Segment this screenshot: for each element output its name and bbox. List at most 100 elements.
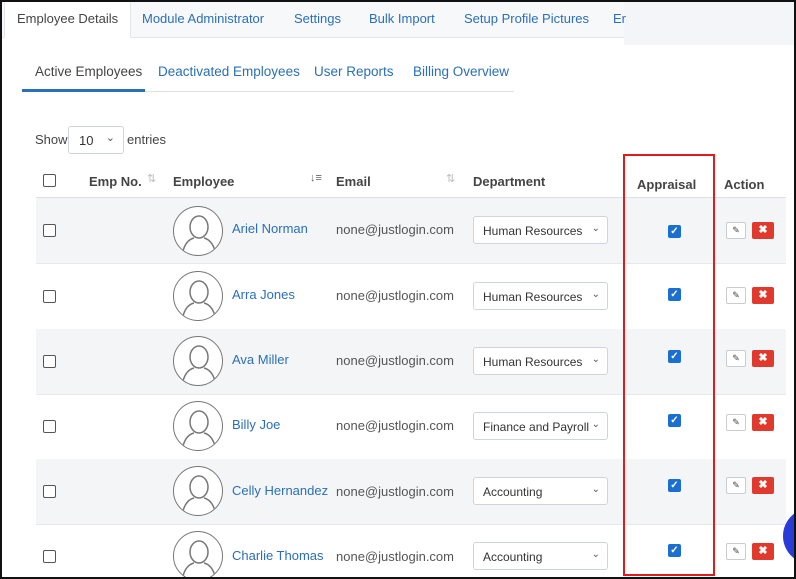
- chevron-down-icon: ⌄: [591, 419, 600, 430]
- edit-button[interactable]: ✎: [726, 222, 746, 239]
- department-select[interactable]: Human Resources ⌄: [473, 216, 608, 244]
- row-checkbox[interactable]: [43, 290, 56, 303]
- employee-email: none@justlogin.com: [336, 288, 454, 303]
- employee-name-link[interactable]: Charlie Thomas: [232, 548, 324, 563]
- user-avatar-icon: [173, 271, 223, 321]
- user-avatar-icon: [173, 401, 223, 451]
- appraisal-checkbox[interactable]: ✓: [668, 414, 681, 427]
- appraisal-checkbox[interactable]: ✓: [668, 479, 681, 492]
- appraisal-checkbox[interactable]: ✓: [668, 544, 681, 557]
- appraisal-checkbox[interactable]: ✓: [668, 288, 681, 301]
- show-label: Show: [35, 132, 68, 147]
- sort-icon[interactable]: ⇅: [147, 172, 156, 185]
- header-fill: [624, 2, 794, 45]
- appraisal-checkbox[interactable]: ✓: [668, 225, 681, 238]
- department-select[interactable]: Accounting ⌄: [473, 477, 608, 505]
- user-avatar-icon: [173, 336, 223, 386]
- user-avatar-icon: [173, 466, 223, 516]
- department-select[interactable]: Human Resources ⌄: [473, 347, 608, 375]
- chevron-down-icon: ⌄: [591, 484, 600, 495]
- delete-button[interactable]: ✖: [752, 287, 774, 304]
- tab-bulk-import[interactable]: Bulk Import: [369, 2, 435, 38]
- row-checkbox[interactable]: [43, 224, 56, 237]
- select-all-checkbox[interactable]: [43, 174, 56, 187]
- user-avatar-icon: [173, 531, 223, 577]
- edit-button[interactable]: ✎: [726, 477, 746, 494]
- subtab-deactivated-employees[interactable]: Deactivated Employees: [158, 64, 300, 79]
- header-action: Action: [724, 177, 765, 192]
- table-row: Charlie Thomas none@justlogin.com Accoun…: [36, 524, 786, 577]
- row-checkbox[interactable]: [43, 550, 56, 563]
- pencil-icon: ✎: [732, 353, 740, 363]
- delete-x-icon: ✖: [758, 224, 768, 236]
- department-select[interactable]: Human Resources ⌄: [473, 282, 608, 310]
- header-appraisal: Appraisal: [637, 177, 697, 192]
- delete-button[interactable]: ✖: [752, 222, 774, 239]
- subtab-billing-overview[interactable]: Billing Overview: [413, 64, 509, 79]
- row-checkbox[interactable]: [43, 355, 56, 368]
- active-tab-indicator: [22, 89, 145, 92]
- employee-name-link[interactable]: Billy Joe: [232, 417, 280, 432]
- header-department[interactable]: Department: [473, 174, 545, 189]
- entries-label: entries: [127, 132, 167, 147]
- employee-name-link[interactable]: Arra Jones: [232, 287, 295, 302]
- delete-x-icon: ✖: [758, 545, 768, 557]
- delete-button[interactable]: ✖: [752, 543, 774, 560]
- row-checkbox[interactable]: [43, 485, 56, 498]
- sort-icon[interactable]: ⇅: [446, 172, 455, 185]
- subtab-user-reports[interactable]: User Reports: [314, 64, 394, 79]
- chevron-down-icon: ⌄: [591, 289, 600, 300]
- edit-button[interactable]: ✎: [726, 543, 746, 560]
- tab-truncated[interactable]: Er: [613, 2, 626, 38]
- table-row: Celly Hernandez none@justlogin.com Accou…: [36, 459, 786, 525]
- app-frame: Employee Details Module Administrator Se…: [0, 0, 796, 579]
- edit-button[interactable]: ✎: [726, 414, 746, 431]
- row-checkbox[interactable]: [43, 420, 56, 433]
- department-value: Accounting: [483, 550, 543, 564]
- table-row: Ava Miller none@justlogin.com Human Reso…: [36, 329, 786, 395]
- sort-desc-icon[interactable]: ↓≡: [310, 172, 322, 184]
- table-header: Emp No. ⇅ Employee ↓≡ Email ⇅ Department…: [36, 162, 786, 198]
- header-email[interactable]: Email: [336, 174, 371, 189]
- subtab-active-employees[interactable]: Active Employees: [35, 64, 142, 79]
- employee-email: none@justlogin.com: [336, 549, 454, 564]
- tab-module-administrator[interactable]: Module Administrator: [142, 2, 264, 38]
- employee-email: none@justlogin.com: [336, 418, 454, 433]
- entries-value: 10: [79, 133, 94, 148]
- tab-settings[interactable]: Settings: [294, 2, 341, 38]
- employee-name-link[interactable]: Celly Hernandez: [232, 483, 328, 498]
- chevron-down-icon: ⌄: [105, 132, 115, 144]
- delete-button[interactable]: ✖: [752, 350, 774, 367]
- sub-tab-bar: Active Employees Deactivated Employees U…: [22, 60, 514, 92]
- department-select[interactable]: Accounting ⌄: [473, 542, 608, 570]
- pencil-icon: ✎: [732, 417, 740, 427]
- pencil-icon: ✎: [732, 480, 740, 490]
- department-value: Accounting: [483, 485, 543, 499]
- header-emp-no[interactable]: Emp No.: [89, 174, 142, 189]
- appraisal-checkbox[interactable]: ✓: [668, 350, 681, 363]
- table-row: Ariel Norman none@justlogin.com Human Re…: [36, 198, 786, 264]
- table-row: Billy Joe none@justlogin.com Finance and…: [36, 394, 786, 460]
- delete-button[interactable]: ✖: [752, 477, 774, 494]
- employee-name-link[interactable]: Ava Miller: [232, 352, 289, 367]
- delete-button[interactable]: ✖: [752, 414, 774, 431]
- delete-x-icon: ✖: [758, 289, 768, 301]
- department-value: Human Resources: [483, 290, 583, 304]
- top-tab-bar: Employee Details Module Administrator Se…: [2, 2, 626, 38]
- department-select[interactable]: Finance and Payroll ⌄: [473, 412, 608, 440]
- chevron-down-icon: ⌄: [591, 223, 600, 234]
- table-row: Arra Jones none@justlogin.com Human Reso…: [36, 264, 786, 330]
- entries-per-page-select[interactable]: 10 ⌄: [68, 126, 124, 154]
- department-value: Finance and Payroll: [483, 420, 590, 434]
- edit-button[interactable]: ✎: [726, 350, 746, 367]
- edit-button[interactable]: ✎: [726, 287, 746, 304]
- employee-email: none@justlogin.com: [336, 484, 454, 499]
- delete-x-icon: ✖: [758, 416, 768, 428]
- tab-employee-details[interactable]: Employee Details: [4, 2, 132, 38]
- pencil-icon: ✎: [732, 290, 740, 300]
- delete-x-icon: ✖: [758, 479, 768, 491]
- employee-name-link[interactable]: Ariel Norman: [232, 221, 308, 236]
- department-value: Human Resources: [483, 224, 583, 238]
- tab-setup-profile-pictures[interactable]: Setup Profile Pictures: [464, 2, 589, 38]
- header-employee[interactable]: Employee: [173, 174, 234, 189]
